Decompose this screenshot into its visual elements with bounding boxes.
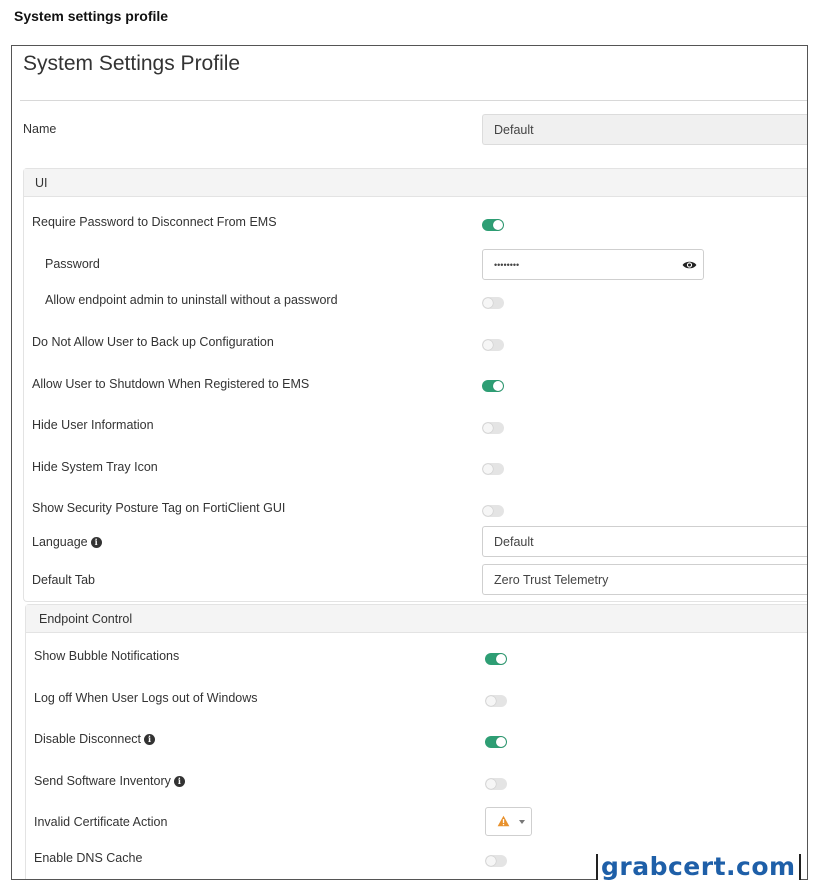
toggle-knob: [483, 423, 493, 433]
software-inventory-toggle[interactable]: [485, 778, 507, 790]
show-posture-tag-toggle[interactable]: [482, 505, 504, 517]
info-icon[interactable]: i: [144, 733, 155, 745]
invalid-cert-select[interactable]: [485, 807, 532, 836]
language-label: Language i: [32, 535, 102, 549]
require-password-toggle[interactable]: [482, 219, 504, 231]
info-icon[interactable]: i: [173, 775, 185, 787]
allow-shutdown-toggle[interactable]: [482, 380, 504, 392]
language-value: Default: [494, 534, 534, 549]
default-tab-label: Default Tab: [32, 573, 96, 587]
invalid-cert-label: Invalid Certificate Action: [34, 815, 168, 829]
toggle-knob: [483, 340, 493, 350]
hide-user-info-toggle[interactable]: [482, 422, 504, 434]
software-inventory-label: Send Software Inventory i: [34, 774, 185, 788]
password-label: Password: [45, 257, 100, 271]
toggle-knob: [496, 737, 506, 747]
disable-disconnect-label: Disable Disconnect i: [34, 732, 155, 746]
allow-uninstall-label: Allow endpoint admin to uninstall withou…: [45, 293, 338, 307]
toggle-knob: [483, 298, 493, 308]
name-label: Name: [23, 122, 57, 136]
toggle-knob: [483, 506, 493, 516]
software-inventory-label-text: Send Software Inventory: [34, 774, 171, 788]
allow-uninstall-toggle[interactable]: [482, 297, 504, 309]
toggle-knob: [486, 696, 496, 706]
toggle-knob: [493, 220, 503, 230]
no-backup-label: Do Not Allow User to Back up Configurati…: [32, 335, 274, 349]
toggle-knob: [483, 464, 493, 474]
default-tab-select[interactable]: Zero Trust Telemetry: [482, 564, 807, 595]
toggle-knob: [496, 654, 506, 664]
toggle-knob: [486, 856, 496, 866]
title-divider: [20, 100, 807, 101]
page-caption: System settings profile: [14, 8, 169, 24]
language-label-text: Language: [32, 535, 88, 549]
ui-section-title: UI: [35, 176, 48, 190]
allow-shutdown-label: Allow User to Shutdown When Registered t…: [32, 377, 310, 391]
default-tab-value: Zero Trust Telemetry: [494, 572, 609, 587]
password-value: ••••••••: [494, 259, 520, 270]
dns-cache-toggle[interactable]: [485, 855, 507, 867]
name-value: Default: [494, 122, 534, 137]
settings-panel: System Settings Profile Name Default UI …: [11, 45, 808, 880]
watermark: grabcert.com: [596, 854, 801, 880]
language-select[interactable]: Default: [482, 526, 807, 557]
disable-disconnect-toggle[interactable]: [485, 736, 507, 748]
endpoint-control-title: Endpoint Control: [39, 612, 133, 626]
bubble-notifications-toggle[interactable]: [485, 653, 507, 665]
log-off-toggle[interactable]: [485, 695, 507, 707]
chevron-down-icon: [519, 820, 525, 824]
toggle-knob: [486, 779, 496, 789]
bubble-notifications-label: Show Bubble Notifications: [34, 649, 180, 663]
info-icon[interactable]: i: [90, 536, 102, 548]
warning-icon: [497, 815, 510, 827]
eye-icon[interactable]: [682, 258, 697, 272]
page-title: System Settings Profile: [23, 52, 241, 75]
endpoint-control-header[interactable]: [26, 605, 807, 633]
no-backup-toggle[interactable]: [482, 339, 504, 351]
name-field[interactable]: Default: [482, 114, 807, 145]
hide-user-info-label: Hide User Information: [32, 418, 154, 432]
require-password-label: Require Password to Disconnect From EMS: [32, 215, 277, 229]
log-off-label: Log off When User Logs out of Windows: [34, 691, 258, 705]
password-field[interactable]: ••••••••: [482, 249, 704, 280]
disable-disconnect-label-text: Disable Disconnect: [34, 732, 141, 746]
show-posture-tag-label: Show Security Posture Tag on FortiClient…: [32, 501, 286, 515]
ui-section-header[interactable]: [24, 169, 807, 197]
toggle-knob: [493, 381, 503, 391]
dns-cache-label: Enable DNS Cache: [34, 851, 143, 865]
hide-tray-icon-toggle[interactable]: [482, 463, 504, 475]
hide-tray-icon-label: Hide System Tray Icon: [32, 460, 158, 474]
